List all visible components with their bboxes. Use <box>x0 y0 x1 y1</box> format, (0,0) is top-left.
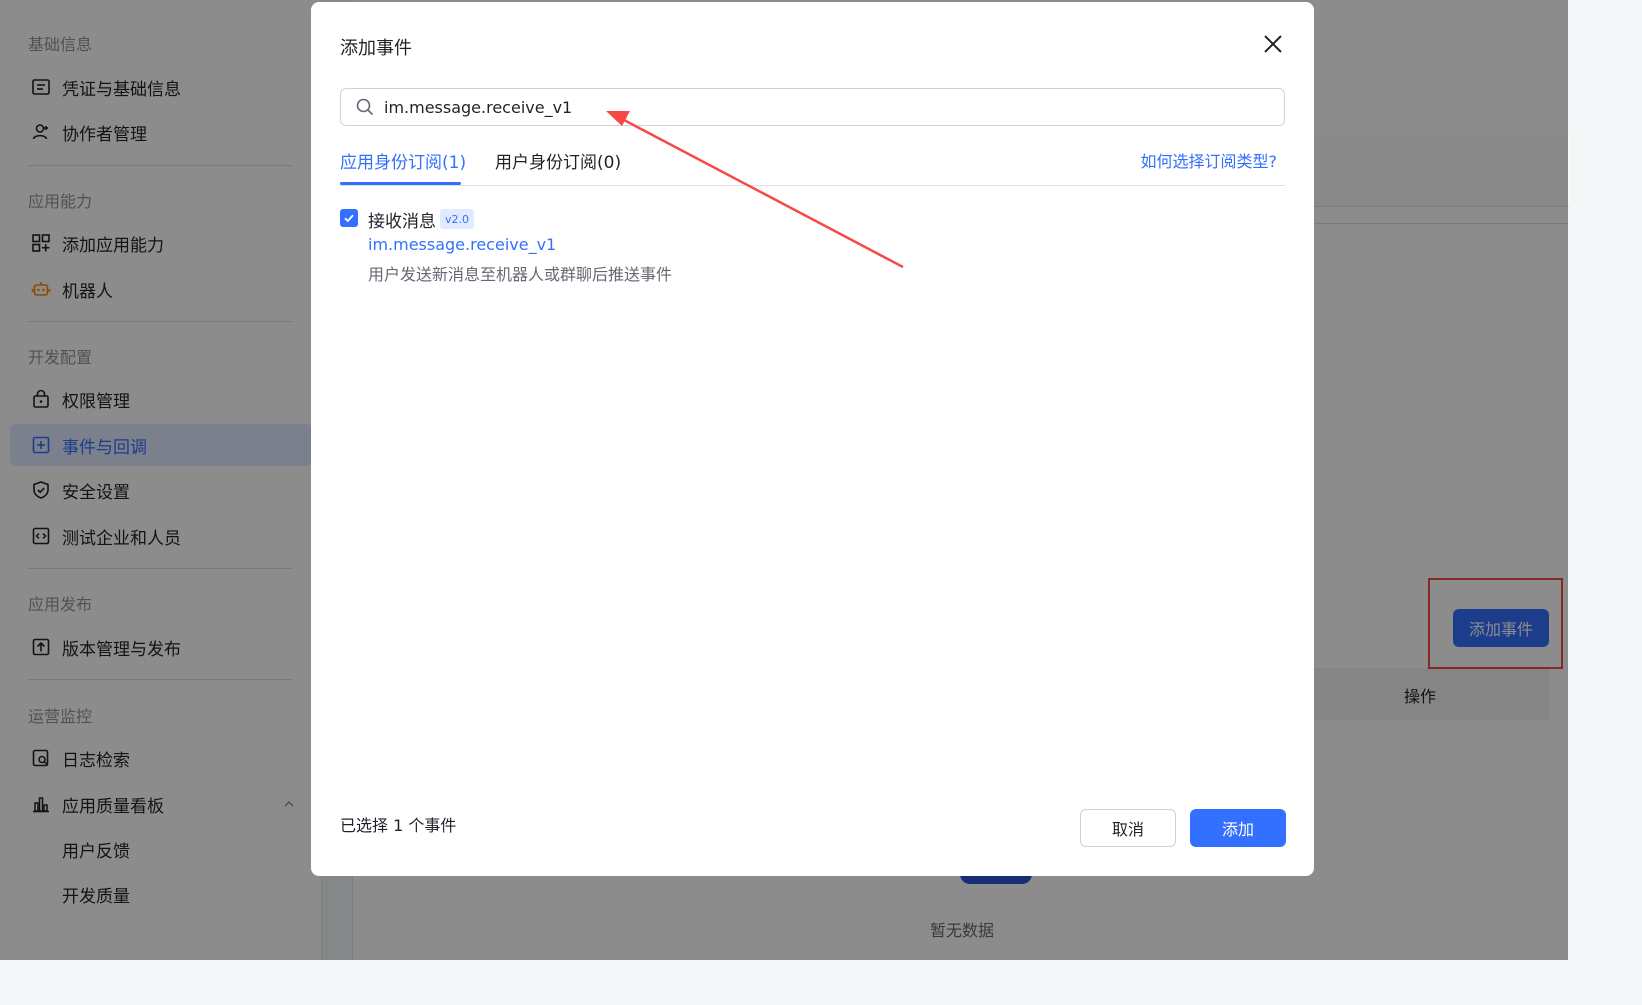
add-event-modal: 添加事件 应用身份订阅(1) 用户身份订阅(0) 如何选择订阅类型? 接收消息 … <box>311 2 1314 876</box>
modal-title: 添加事件 <box>340 38 412 59</box>
tab-user-identity[interactable]: 用户身份订阅(0) <box>495 148 621 186</box>
search-field[interactable] <box>340 88 1285 126</box>
event-title: 接收消息 <box>368 212 436 232</box>
search-icon <box>355 97 375 117</box>
add-button[interactable]: 添加 <box>1190 809 1286 847</box>
help-link[interactable]: 如何选择订阅类型? <box>1141 148 1278 172</box>
close-icon <box>1262 33 1284 59</box>
tab-app-identity[interactable]: 应用身份订阅(1) <box>340 148 466 186</box>
close-button[interactable] <box>1259 32 1287 60</box>
cancel-button[interactable]: 取消 <box>1080 809 1176 847</box>
event-checkbox[interactable] <box>340 209 358 227</box>
version-badge: v2.0 <box>440 209 475 229</box>
event-key[interactable]: im.message.receive_v1 <box>368 235 556 254</box>
search-input[interactable] <box>384 97 1264 117</box>
check-icon <box>343 209 355 228</box>
subscription-tabs: 应用身份订阅(1) 用户身份订阅(0) 如何选择订阅类型? <box>340 142 1285 186</box>
event-description: 用户发送新消息至机器人或群聊后推送事件 <box>368 265 673 284</box>
selected-count: 已选择 1 个事件 <box>340 816 457 835</box>
active-tab-indicator <box>340 182 461 185</box>
